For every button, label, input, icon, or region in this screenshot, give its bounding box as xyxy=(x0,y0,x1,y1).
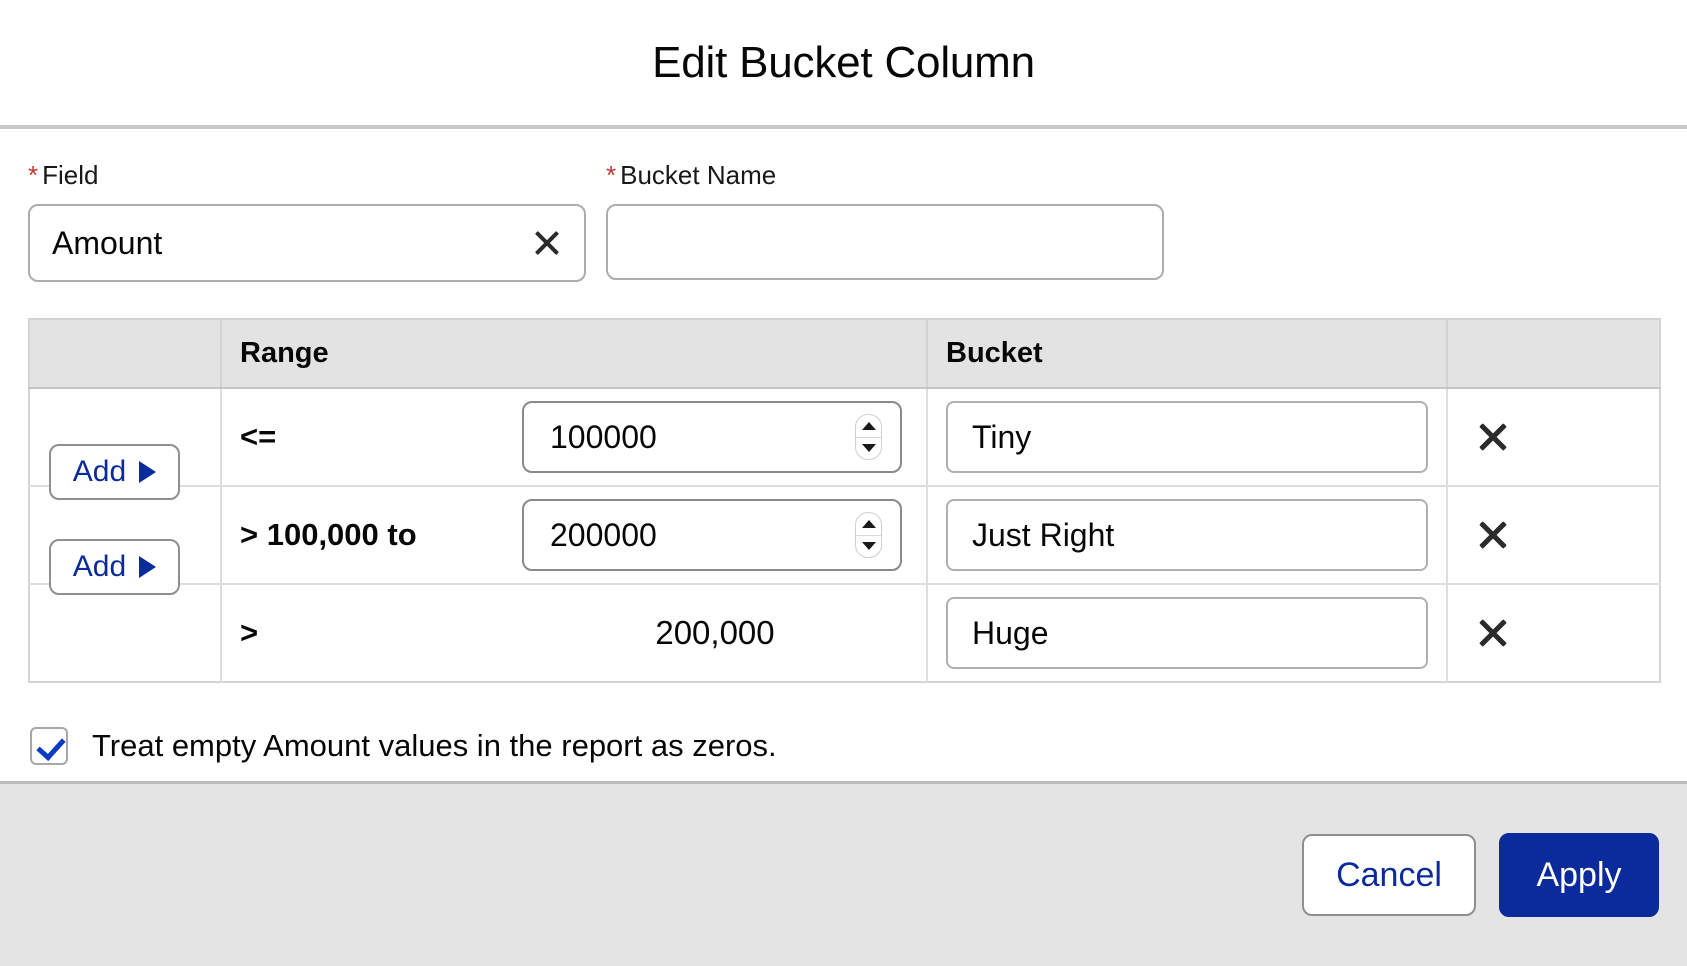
close-icon[interactable] xyxy=(532,228,562,258)
field-label: * Field xyxy=(28,162,586,188)
bucket-ranges-table-wrap: Range Bucket <= 100000 Tiny > 100,000 to… xyxy=(28,318,1661,683)
chevron-down-icon xyxy=(861,542,876,551)
bucket-cell xyxy=(927,486,1448,585)
bucket-label-input[interactable] xyxy=(946,597,1428,669)
bucket-label-input[interactable] xyxy=(946,401,1428,473)
table-header-row: Range Bucket xyxy=(29,319,1660,389)
bucket-ranges-table: Range Bucket <= 100000 Tiny > 100,000 to… xyxy=(28,318,1661,683)
table-row: > 100,000 to xyxy=(29,486,1660,585)
close-icon[interactable] xyxy=(1476,518,1510,552)
play-triangle-icon xyxy=(139,556,157,578)
stepper-icon[interactable] xyxy=(855,414,882,460)
stepper-down[interactable] xyxy=(856,536,881,558)
range-value-input[interactable] xyxy=(548,501,876,569)
required-asterisk-icon: * xyxy=(28,160,39,190)
add-range-button-1[interactable]: Add xyxy=(49,444,180,500)
range-value-static: 200,000 xyxy=(655,614,775,651)
add-button-label: Add xyxy=(72,455,127,488)
delete-cell xyxy=(1447,486,1660,585)
add-range-button-2[interactable]: Add xyxy=(49,539,180,595)
range-operator: <= xyxy=(240,419,277,454)
bucket-name-label: * Bucket Name xyxy=(606,162,1164,188)
column-header-delete xyxy=(1447,319,1660,389)
delete-cell xyxy=(1447,584,1660,682)
bucket-name-input[interactable] xyxy=(630,206,1140,278)
range-operator: > 100,000 to xyxy=(240,517,417,552)
bucket-cell xyxy=(927,584,1448,682)
range-value-input[interactable] xyxy=(548,403,876,471)
field-value: Amount xyxy=(52,224,163,261)
range-operator: > xyxy=(240,615,259,650)
bucket-cell xyxy=(927,388,1448,487)
stepper-up[interactable] xyxy=(856,415,881,438)
range-cell: <= xyxy=(221,388,928,487)
bucket-name-group: * Bucket Name xyxy=(606,162,1164,282)
treat-empty-as-zeros-row[interactable]: Treat empty Amount values in the report … xyxy=(28,727,1659,765)
field-input[interactable]: Amount xyxy=(28,204,586,282)
bucket-label-input[interactable] xyxy=(946,499,1428,571)
column-header-bucket: Bucket xyxy=(927,319,1448,389)
add-cell xyxy=(29,584,222,682)
cancel-button[interactable]: Cancel xyxy=(1302,834,1476,916)
stepper-up[interactable] xyxy=(856,513,881,536)
chevron-up-icon xyxy=(861,421,876,430)
field-group: * Field Amount xyxy=(28,162,586,282)
close-icon[interactable] xyxy=(1476,616,1510,650)
stepper-icon[interactable] xyxy=(855,512,882,558)
dialog-footer: Cancel Apply xyxy=(0,781,1687,966)
column-header-add xyxy=(29,319,222,389)
apply-button[interactable]: Apply xyxy=(1499,833,1659,917)
stepper-down[interactable] xyxy=(856,438,881,460)
dialog-header: Edit Bucket Column xyxy=(0,0,1687,129)
add-button-label: Add xyxy=(72,550,127,583)
range-cell: > 100,000 to xyxy=(221,486,928,585)
chevron-down-icon xyxy=(861,444,876,453)
treat-empty-as-zeros-label: Treat empty Amount values in the report … xyxy=(92,728,777,763)
bucket-name-input-wrap[interactable] xyxy=(606,204,1164,280)
page-title: Edit Bucket Column xyxy=(652,37,1035,87)
field-label-text: Field xyxy=(42,160,99,190)
play-triangle-icon xyxy=(139,461,157,483)
dialog-body: * Field Amount * Bucket Name Range Bucke… xyxy=(0,129,1687,781)
column-header-range: Range xyxy=(221,319,928,389)
table-row: <= xyxy=(29,388,1660,487)
range-value-stepper[interactable] xyxy=(522,499,902,571)
required-asterisk-icon: * xyxy=(606,160,617,190)
treat-empty-as-zeros-checkbox[interactable] xyxy=(30,727,68,765)
range-value-stepper[interactable] xyxy=(522,401,902,473)
field-row: * Field Amount * Bucket Name xyxy=(28,129,1659,282)
chevron-up-icon xyxy=(861,519,876,528)
delete-cell xyxy=(1447,388,1660,487)
close-icon[interactable] xyxy=(1476,420,1510,454)
range-cell: > 200,000 xyxy=(221,584,928,682)
bucket-name-label-text: Bucket Name xyxy=(620,160,777,190)
table-row: > 200,000 xyxy=(29,584,1660,682)
